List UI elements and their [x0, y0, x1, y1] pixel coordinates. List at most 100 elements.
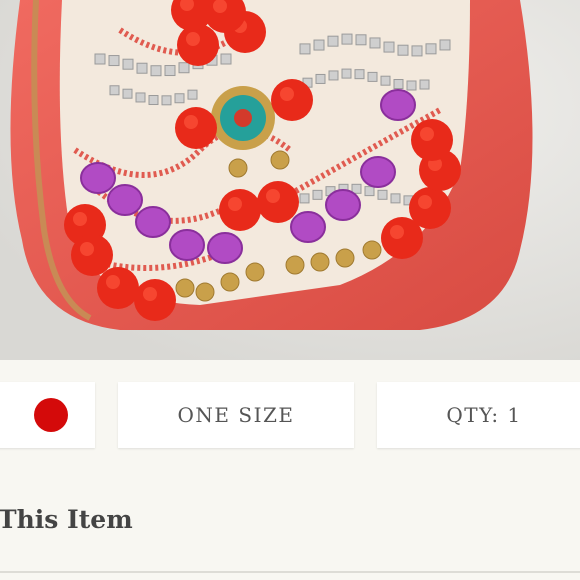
- stud: [328, 70, 339, 81]
- purple-bead: [207, 232, 243, 264]
- pom-pom-body: [177, 24, 219, 66]
- pom-pom: [134, 279, 176, 321]
- stud: [187, 89, 198, 100]
- stud: [312, 189, 323, 200]
- size-label: ONE SIZE: [177, 403, 295, 427]
- stud: [315, 73, 326, 84]
- product-page: ONE SIZE QTY: 1 This Item: [0, 0, 580, 580]
- pom-pom-highlight: [280, 87, 294, 101]
- color-selector[interactable]: [0, 382, 95, 448]
- section-divider: [0, 571, 580, 573]
- purple-bead: [360, 156, 396, 188]
- section-heading: This Item: [0, 505, 133, 534]
- product-options: ONE SIZE QTY: 1: [0, 360, 580, 470]
- gold-coin: [270, 150, 290, 170]
- gold-coin: [362, 240, 382, 260]
- pom-pom-highlight: [418, 195, 432, 209]
- stud: [136, 62, 148, 74]
- stud: [109, 85, 120, 96]
- medallion-center: [234, 109, 252, 127]
- gold-coin: [335, 248, 355, 268]
- pom-pom: [409, 187, 451, 229]
- gold-coin: [220, 272, 240, 292]
- stud: [178, 62, 190, 74]
- stud: [354, 69, 365, 80]
- gold-coin: [228, 158, 248, 178]
- stud: [299, 43, 311, 55]
- pom-pom-highlight: [390, 225, 404, 239]
- gold-coin: [175, 278, 195, 298]
- gold-coin: [195, 282, 215, 302]
- stud: [397, 44, 409, 56]
- stud: [406, 80, 417, 91]
- stud: [94, 53, 106, 65]
- pom-pom: [219, 189, 261, 231]
- pom-pom-highlight: [106, 275, 120, 289]
- pom-pom: [71, 234, 113, 276]
- stud: [108, 55, 120, 67]
- stud: [148, 95, 159, 106]
- pom-pom-highlight: [186, 32, 200, 46]
- pom-pom-highlight: [420, 127, 434, 141]
- stud: [327, 35, 339, 47]
- stud: [367, 71, 378, 82]
- pom-pom-highlight: [73, 212, 87, 226]
- stud: [390, 193, 401, 204]
- pom-pom-highlight: [266, 189, 280, 203]
- product-image[interactable]: [0, 0, 580, 360]
- pom-pom: [97, 267, 139, 309]
- stud: [220, 53, 232, 65]
- gold-coin: [285, 255, 305, 275]
- purple-bead: [380, 89, 416, 121]
- purple-bead: [107, 184, 143, 216]
- stud: [299, 193, 310, 204]
- pom-pom-body: [271, 79, 313, 121]
- purple-bead: [290, 211, 326, 243]
- stud: [377, 189, 388, 200]
- stud: [150, 65, 162, 77]
- pom-pom-body: [219, 189, 261, 231]
- stud: [425, 43, 437, 55]
- stud: [122, 58, 134, 70]
- stud: [393, 79, 404, 90]
- gold-coin: [310, 252, 330, 272]
- pom-pom-body: [411, 119, 453, 161]
- pom-pom-body: [71, 234, 113, 276]
- stud: [135, 92, 146, 103]
- stud: [174, 93, 185, 104]
- stud: [341, 68, 352, 79]
- pom-pom-body: [97, 267, 139, 309]
- stud: [380, 75, 391, 86]
- pom-pom-highlight: [143, 287, 157, 301]
- stud: [122, 88, 133, 99]
- stud: [364, 186, 375, 197]
- quantity-label: QTY: 1: [446, 403, 522, 427]
- stud: [439, 39, 451, 51]
- stud: [383, 41, 395, 53]
- pom-pom-body: [257, 181, 299, 223]
- stud: [411, 45, 423, 57]
- gold-coin: [245, 262, 265, 282]
- pom-pom: [177, 24, 219, 66]
- size-selector[interactable]: ONE SIZE: [118, 382, 354, 448]
- color-swatch: [33, 398, 68, 432]
- purple-bead: [325, 189, 361, 221]
- stud: [313, 39, 325, 51]
- bag-illustration: [0, 0, 580, 360]
- pom-pom-body: [134, 279, 176, 321]
- purple-bead: [135, 206, 171, 238]
- stud: [355, 34, 367, 46]
- stud: [161, 95, 172, 106]
- purple-bead: [80, 162, 116, 194]
- pom-pom: [271, 79, 313, 121]
- pom-pom-highlight: [184, 115, 198, 129]
- pom-pom: [175, 107, 217, 149]
- purple-bead: [169, 229, 205, 261]
- stud: [369, 37, 381, 49]
- pom-pom-highlight: [228, 197, 242, 211]
- stud: [419, 79, 430, 90]
- stud: [164, 65, 176, 77]
- stud: [341, 33, 353, 45]
- pom-pom: [411, 119, 453, 161]
- quantity-selector[interactable]: QTY: 1: [377, 382, 580, 448]
